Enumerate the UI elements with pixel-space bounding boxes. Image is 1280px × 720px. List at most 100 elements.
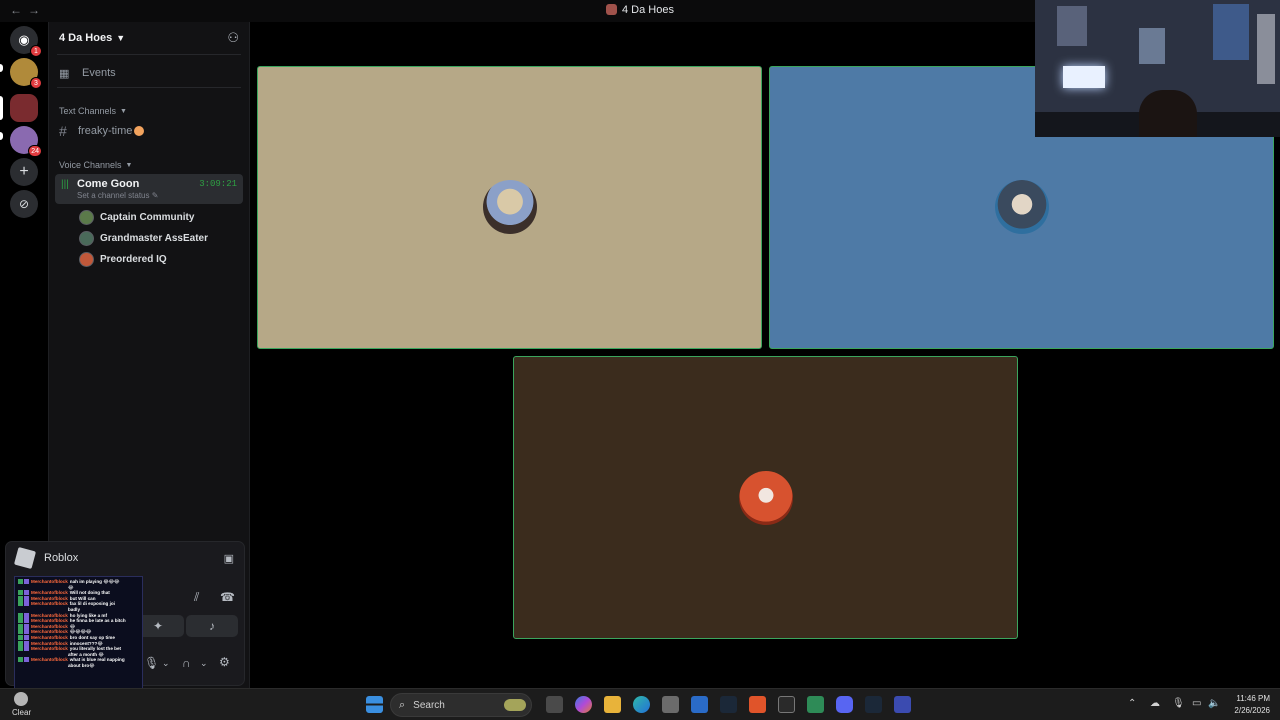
noise-suppression-icon[interactable]: ⫽: [194, 590, 199, 605]
onedrive-icon[interactable]: ☁: [1150, 698, 1160, 709]
disconnect-icon[interactable]: ☎: [220, 590, 235, 604]
voice-activity-icon: |||: [61, 178, 69, 190]
participant-avatar: [995, 180, 1049, 234]
window-title-text: 4 Da Hoes: [622, 4, 674, 16]
channel-status[interactable]: Set a channel status ✎: [77, 191, 237, 200]
mention-badge: 3: [30, 77, 42, 89]
screen-share-icon[interactable]: ▣: [224, 552, 234, 565]
avatar: [79, 252, 94, 267]
search-highlight-icon: [504, 699, 526, 711]
channel-freaky-time[interactable]: # freaky-time: [55, 120, 243, 142]
voice-channel-name: Come Goon: [77, 178, 140, 190]
divider: [57, 87, 241, 88]
avatar: [79, 210, 94, 225]
outlook-icon[interactable]: [691, 696, 708, 713]
search-box[interactable]: ⌕ Search: [390, 693, 532, 717]
participant-avatar: [483, 180, 537, 234]
events-label: Events: [82, 67, 116, 79]
channel-status-text: Set a channel status: [77, 191, 150, 200]
soundboard-button[interactable]: ♪: [186, 615, 238, 637]
discover-icon[interactable]: ⊘: [10, 190, 38, 218]
discord-logo-icon: ◉: [18, 32, 30, 47]
copilot-icon[interactable]: [575, 696, 592, 713]
clock[interactable]: 11:46 PM 2/26/2026: [1222, 693, 1270, 717]
headphones-icon[interactable]: ∩: [182, 656, 191, 670]
server-icon-4-da-hoes[interactable]: [10, 94, 38, 122]
voice-member[interactable]: Preordered IQ: [55, 249, 243, 270]
poster: [1057, 6, 1087, 46]
file-explorer-icon[interactable]: [604, 696, 621, 713]
brave-icon[interactable]: [749, 696, 766, 713]
poster: [1139, 28, 1165, 64]
discord-icon[interactable]: [836, 696, 853, 713]
mention-badge: 1: [30, 45, 42, 57]
discord-home-icon[interactable]: ◉ 1: [10, 26, 42, 57]
epic-games-icon[interactable]: [778, 696, 795, 713]
call-timer: 3:09:21: [199, 179, 237, 189]
server-icon: [606, 4, 617, 15]
store-icon[interactable]: [662, 696, 679, 713]
mention-badge: 24: [28, 145, 42, 157]
server-icon-1[interactable]: 3: [10, 58, 42, 89]
video-tile[interactable]: [257, 66, 762, 349]
volume-icon[interactable]: 🔈: [1208, 698, 1220, 709]
chevron-down-icon[interactable]: ⌄: [162, 658, 170, 669]
category-voice-channels[interactable]: Voice Channels ▼: [55, 156, 243, 174]
chevron-down-icon[interactable]: ⌄: [200, 658, 208, 669]
chat-line: about bro😂: [68, 662, 95, 668]
streamer: [1139, 90, 1197, 137]
server-name: 4 Da Hoes: [59, 32, 113, 44]
roblox-studio-icon[interactable]: [894, 696, 911, 713]
chat-overlay: Merchantofblock nah im playing 😂😂😂 😂 Merc…: [14, 576, 143, 703]
category-text-channels[interactable]: Text Channels ▼: [55, 102, 243, 120]
events-item[interactable]: ▦ Events: [55, 59, 243, 87]
divider: [57, 54, 241, 55]
roblox-icon: [13, 546, 37, 570]
chevron-down-icon: ▼: [125, 161, 133, 169]
windows-start-icon[interactable]: [366, 696, 383, 713]
channel-name: freaky-time: [78, 125, 133, 137]
selected-pill: [0, 96, 3, 120]
settings-gear-icon[interactable]: ⚙: [219, 655, 230, 669]
participant-avatar: [739, 471, 793, 525]
weather-widget[interactable]: Clear: [12, 692, 31, 717]
pencil-icon: ✎: [151, 191, 159, 200]
invite-people-icon[interactable]: ⚇: [227, 30, 239, 46]
calendar-icon: ▦: [59, 67, 70, 80]
member-name: Preordered IQ: [100, 254, 167, 265]
server-icon-3[interactable]: 24: [10, 126, 42, 157]
monitor-glow: [1063, 66, 1105, 88]
app-icon[interactable]: [807, 696, 824, 713]
voice-member[interactable]: Captain Community: [55, 207, 243, 228]
member-name: Captain Community: [100, 212, 195, 223]
server-header[interactable]: 4 Da Hoes ▼ ⚇: [49, 22, 249, 54]
search-icon: ⌕: [399, 698, 406, 711]
clock-time: 11:46 PM: [1236, 694, 1270, 703]
microphone-icon[interactable]: 🎙: [1172, 698, 1185, 709]
activity-title: Roblox: [44, 552, 79, 564]
voice-channel-come-goon[interactable]: ||| Come Goon 3:09:21 Set a channel stat…: [55, 174, 243, 204]
network-icon[interactable]: ▭: [1192, 698, 1201, 709]
emoji-icon: [134, 126, 145, 136]
poster: [1213, 4, 1249, 60]
steam-icon[interactable]: [865, 696, 882, 713]
search-placeholder: Search: [413, 699, 445, 711]
unread-pill: [0, 64, 3, 72]
edge-icon[interactable]: [633, 696, 650, 713]
taskbar: Clear ⌕ Search ⌃ ☁ 🎙 ▭ 🔈 11:46 PM 2/26/2…: [0, 688, 1280, 720]
add-server-icon[interactable]: +: [10, 158, 38, 186]
voice-member[interactable]: Grandmaster AssEater: [55, 228, 243, 249]
webcam-overlay: [1035, 0, 1280, 137]
member-name: Grandmaster AssEater: [100, 233, 209, 244]
chat-line: Merchantofblock he finna be late as a bit…: [18, 618, 139, 624]
chevron-up-icon[interactable]: ⌃: [1128, 698, 1136, 709]
video-tile[interactable]: [513, 356, 1018, 639]
avatar: [79, 231, 94, 246]
activity-header[interactable]: Roblox ▣: [6, 542, 244, 574]
microphone-icon[interactable]: 🎙: [144, 656, 159, 670]
category-label: Voice Channels: [59, 160, 122, 170]
hash-icon: #: [59, 123, 67, 139]
steam-icon[interactable]: [720, 696, 737, 713]
task-view-icon[interactable]: [546, 696, 563, 713]
weather-text: Clear: [12, 708, 32, 717]
